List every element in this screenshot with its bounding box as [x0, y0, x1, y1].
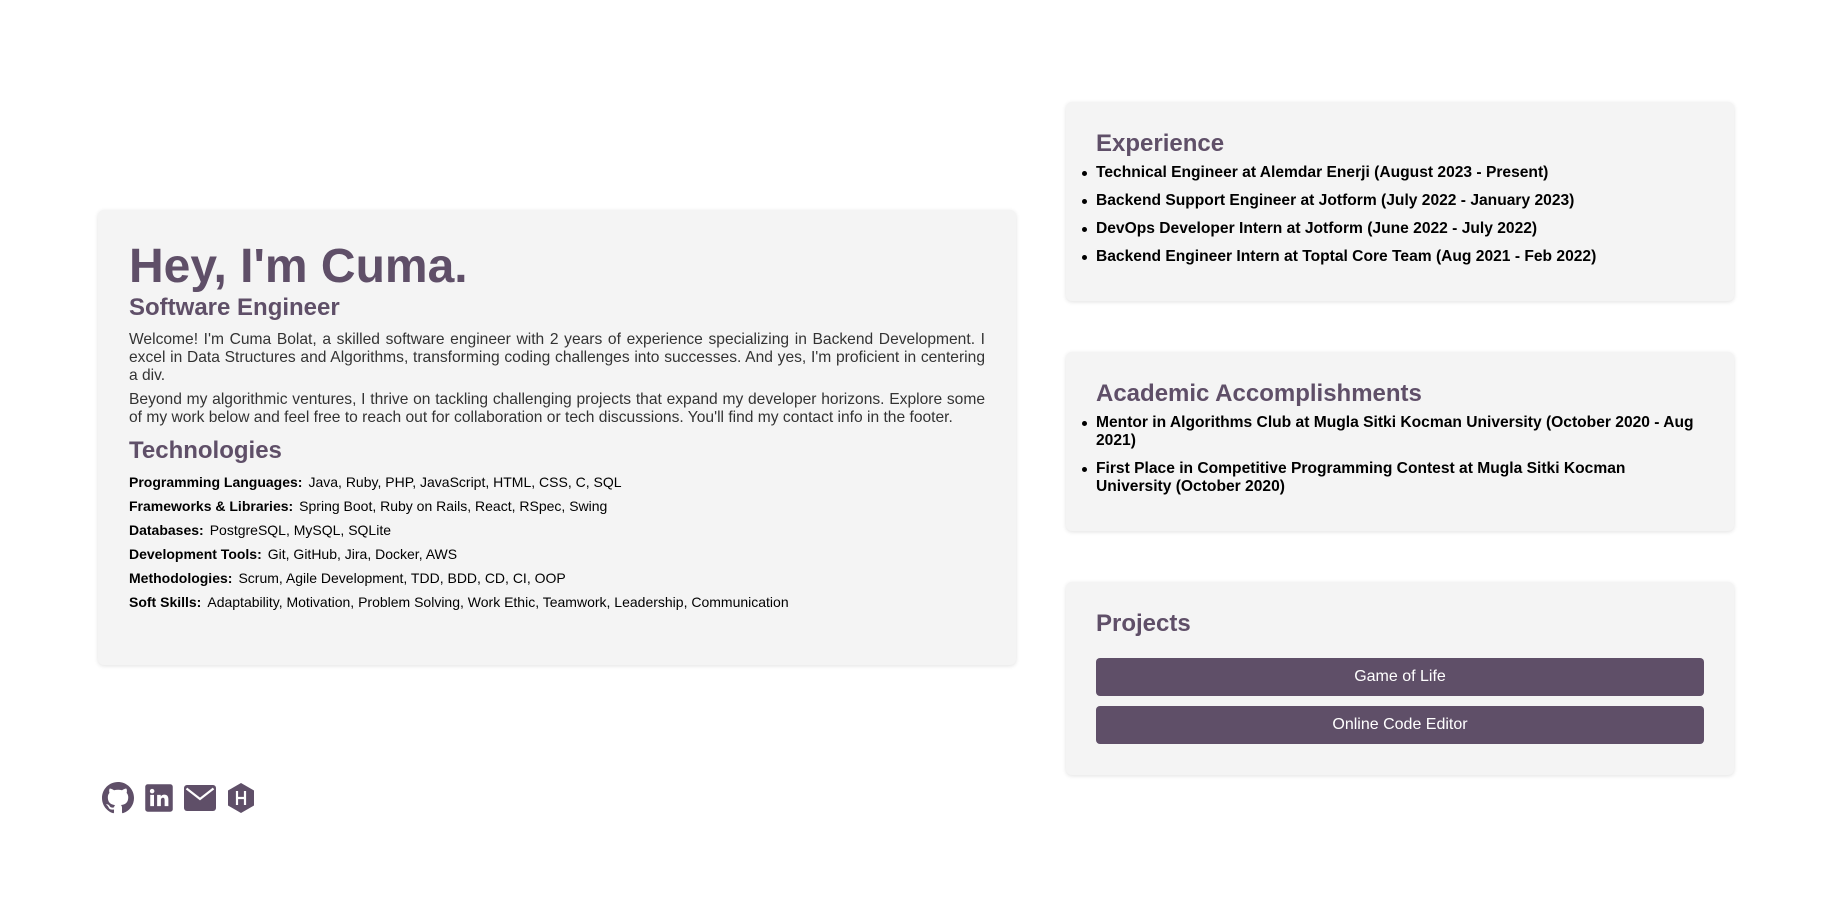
experience-list: Technical Engineer at Alemdar Enerji (Au… [1082, 164, 1704, 266]
academic-list: Mentor in Algorithms Club at Mugla Sitki… [1082, 414, 1704, 496]
list-item: Mentor in Algorithms Club at Mugla Sitki… [1082, 414, 1704, 450]
list-item: Backend Support Engineer at Jotform (Jul… [1082, 192, 1704, 210]
tech-row-databases: Databases: PostgreSQL, MySQL, SQLite [129, 522, 985, 538]
tech-value: Git, GitHub, Jira, Docker, AWS [267, 546, 458, 562]
social-links [102, 782, 266, 819]
online-code-editor-button[interactable]: Online Code Editor [1096, 706, 1704, 744]
projects-heading: Projects [1096, 610, 1191, 637]
tech-label: Methodologies: [129, 570, 233, 586]
hackerrank-icon[interactable] [226, 782, 256, 819]
tech-row-frameworks: Frameworks & Libraries: Spring Boot, Ruby… [129, 498, 985, 514]
tech-label: Development Tools: [129, 546, 262, 562]
list-item: First Place in Competitive Programming C… [1082, 460, 1704, 496]
tech-value: Scrum, Agile Development, TDD, BDD, CD, … [238, 570, 566, 586]
tech-label: Databases: [129, 522, 204, 538]
intro-paragraph: Beyond my algorithmic ventures, I thrive… [129, 391, 985, 426]
academic-card: Academic Accomplishments Mentor in Algor… [1066, 352, 1734, 531]
tech-label: Soft Skills: [129, 594, 202, 610]
tech-label: Programming Languages: [129, 474, 303, 490]
page-title: Hey, I'm Cuma. [129, 240, 468, 293]
linkedin-icon[interactable] [144, 783, 174, 818]
list-item: DevOps Developer Intern at Jotform (June… [1082, 220, 1704, 238]
tech-value: Java, Ruby, PHP, JavaScript, HTML, CSS, … [308, 474, 622, 490]
tech-value: PostgreSQL, MySQL, SQLite [209, 522, 391, 538]
job-title: Software Engineer [129, 294, 340, 321]
list-item: Backend Engineer Intern at Toptal Core T… [1082, 248, 1704, 266]
academic-heading: Academic Accomplishments [1096, 380, 1422, 407]
tech-value: Spring Boot, Ruby on Rails, React, RSpec… [299, 498, 608, 514]
intro-card: Hey, I'm Cuma. Software Engineer Welcome… [98, 210, 1016, 665]
game-of-life-button[interactable]: Game of Life [1096, 658, 1704, 696]
tech-row-soft-skills: Soft Skills: Adaptability, Motivation, Pr… [129, 594, 985, 610]
list-item: Technical Engineer at Alemdar Enerji (Au… [1082, 164, 1704, 182]
tech-value: Adaptability, Motivation, Problem Solvin… [207, 594, 789, 610]
tech-row-methodologies: Methodologies: Scrum, Agile Development, … [129, 570, 985, 586]
experience-card: Experience Technical Engineer at Alemdar… [1066, 102, 1734, 301]
technologies-heading: Technologies [129, 437, 282, 464]
email-icon[interactable] [184, 785, 216, 816]
tech-row-development-tools: Development Tools: Git, GitHub, Jira, Doc… [129, 546, 985, 562]
intro-paragraph: Welcome! I'm Cuma Bolat, a skilled softw… [129, 331, 985, 384]
projects-card: Projects Game of Life Online Code Editor [1066, 582, 1734, 775]
github-icon[interactable] [102, 782, 134, 819]
tech-label: Frameworks & Libraries: [129, 498, 294, 514]
experience-heading: Experience [1096, 130, 1225, 157]
tech-row-programming-languages: Programming Languages: Java, Ruby, PHP, J… [129, 474, 985, 490]
